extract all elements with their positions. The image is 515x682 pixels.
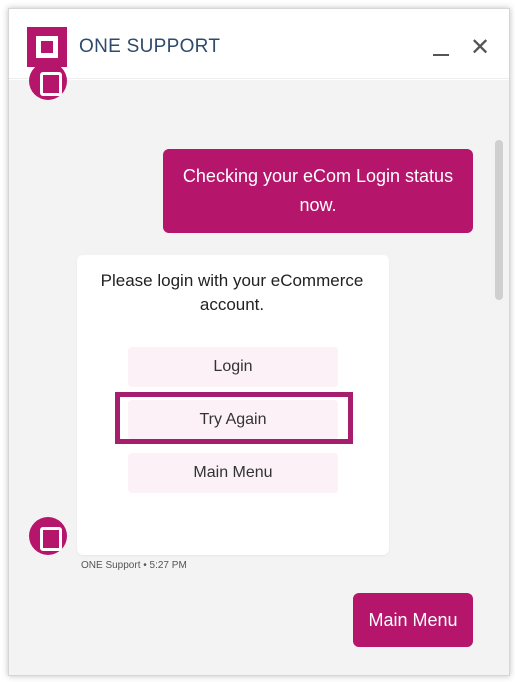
bot-message-text: Please login with your eCommerce account… [100,271,364,314]
chat-title: ONE SUPPORT [79,36,221,57]
login-option-button[interactable]: Login [128,347,338,387]
bot-avatar-icon [29,517,67,555]
user-main-menu-bubble: Main Menu [353,593,473,647]
one-support-logo [27,27,67,67]
chat-window: ONE SUPPORT ✕ Checking your eCom Login s… [8,8,510,676]
bot-avatar-icon [29,62,67,100]
message-meta: ONE Support • 5:27 PM [81,560,187,571]
bot-message-card: Please login with your eCommerce account… [77,255,389,555]
minimize-button[interactable] [430,37,452,59]
try-again-option-button[interactable]: Try Again [128,400,338,440]
user-message-bubble: Checking your eCom Login status now. [163,149,473,233]
chat-scrollbar[interactable] [495,140,503,300]
close-button[interactable]: ✕ [469,36,491,60]
chat-message-area[interactable]: Checking your eCom Login status now. Ple… [9,62,509,675]
main-menu-option-button[interactable]: Main Menu [128,453,338,493]
chat-header: ONE SUPPORT ✕ [9,9,509,79]
